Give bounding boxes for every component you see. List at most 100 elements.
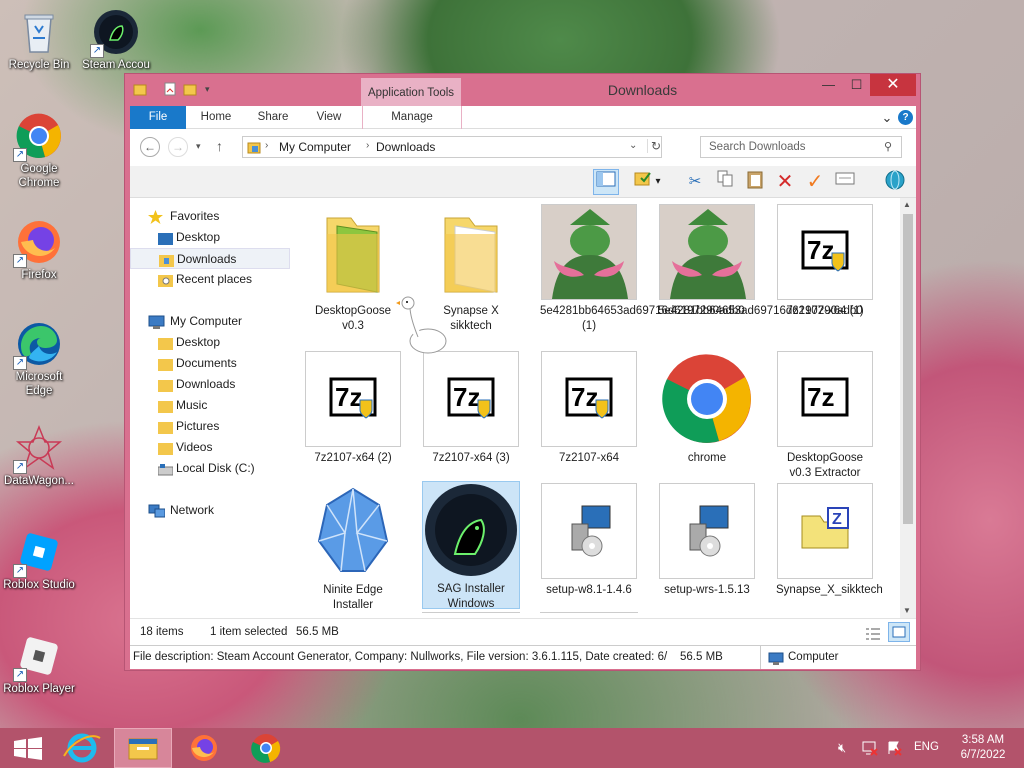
rename-icon[interactable]: ✓ (802, 169, 828, 195)
file-item-sag-installer[interactable]: SAG Installer Windows (422, 481, 520, 610)
close-button[interactable]: ✕ (870, 74, 916, 96)
clock[interactable]: 3:58 AM 6/7/2022 (948, 733, 1018, 763)
nav-computer-local-disk[interactable]: Local Disk (C:) (130, 458, 290, 479)
scrollbar-thumb[interactable] (903, 214, 913, 524)
file-item-7z2107-2[interactable]: 7z 7z2107-x64 (2) (304, 351, 402, 466)
edge-icon: ↗ (13, 320, 63, 370)
nav-computer-downloads[interactable]: Downloads (130, 374, 290, 395)
nav-computer-videos[interactable]: Videos (130, 437, 290, 458)
breadcrumb-my-computer[interactable]: My Computer (279, 140, 351, 154)
file-item-setup-wrs[interactable]: setup-wrs-1.5.13 (658, 483, 756, 598)
nav-my-computer[interactable]: My Computer (130, 311, 290, 332)
desktop-icon-label: DataWagon... (4, 475, 74, 487)
nav-favorites-recent-places[interactable]: Recent places (130, 269, 290, 290)
scroll-up-icon[interactable]: ▲ (903, 200, 911, 209)
minimize-button[interactable]: — (815, 74, 842, 96)
selection-size: 56.5 MB (296, 626, 339, 638)
file-item-image-1[interactable]: 5e4281bb64653ad69716d6197290adb0 (1) (540, 204, 745, 334)
desktop-icon-roblox-studio[interactable]: ↗ Roblox Studio (1, 528, 77, 592)
preview-pane-icon[interactable] (593, 169, 619, 195)
file-explorer-icon[interactable] (114, 728, 172, 768)
clock-date: 6/7/2022 (960, 749, 1006, 761)
breadcrumb-separator: › (265, 140, 269, 151)
search-input[interactable]: Search Downloads (700, 136, 902, 158)
help-icon[interactable]: ? (898, 110, 913, 125)
copy-icon[interactable] (712, 169, 738, 195)
file-item-chrome[interactable]: chrome (658, 351, 756, 466)
folder-icon (133, 82, 147, 96)
action-center-icon[interactable] (886, 740, 902, 759)
details-view-icon[interactable] (865, 625, 881, 640)
properties-icon[interactable] (832, 169, 858, 195)
file-item-7z2107-3[interactable]: 7z 7z2107-x64 (3) (422, 351, 520, 466)
search-icon[interactable]: ⚲ (884, 140, 892, 153)
nav-computer-desktop[interactable]: Desktop (130, 332, 290, 353)
file-item-synapse-x-zip[interactable]: Z Synapse_X_sikktech (776, 483, 883, 598)
volume-muted-icon[interactable]: 🔇︎ (838, 740, 846, 756)
nav-computer-pictures[interactable]: Pictures (130, 416, 290, 437)
nav-network[interactable]: Network (130, 500, 290, 521)
desktop-icon-microsoft-edge[interactable]: ↗ Microsoft Edge (1, 320, 77, 398)
folder-icon (158, 441, 173, 455)
application-tools-tab[interactable]: Application Tools (361, 78, 461, 106)
internet-explorer-icon[interactable] (54, 728, 110, 768)
address-dropdown-icon[interactable]: ⌄ (629, 140, 637, 151)
nav-favorites-downloads[interactable]: Downloads (130, 248, 290, 269)
desktop-icon-roblox-player[interactable]: ↗ Roblox Player (1, 632, 77, 696)
file-name: 7z2107-x64 (1) (786, 305, 864, 317)
tab-home[interactable]: Home (192, 106, 240, 129)
input-language[interactable]: ENG (914, 741, 939, 753)
nav-favorites-desktop[interactable]: Desktop (130, 227, 290, 248)
globe-icon[interactable] (882, 169, 908, 195)
address-row: ← → ▾ ↑ › My Computer › Downloads ⌄ ↻ Se… (130, 129, 916, 166)
dropdown-icon[interactable]: ▾ (652, 169, 664, 195)
file-item-image-2[interactable]: 5e4281bb64653ad69716d6197290adb0 (658, 204, 863, 319)
vertical-scrollbar[interactable]: ▲ ▼ (900, 198, 916, 618)
file-name: 5e4281bb64653ad69716d6197290adb0 (658, 305, 863, 317)
back-button[interactable]: ← (140, 137, 160, 157)
file-item-setup-w81[interactable]: setup-w8.1-1.4.6 (540, 483, 638, 598)
desktop-icon-recycle-bin[interactable]: Recycle Bin (1, 8, 77, 72)
title-bar[interactable]: ▾ Application Tools Downloads — ☐ ✕ (125, 74, 920, 106)
ribbon-expand-icon[interactable]: ⌄ (880, 106, 894, 129)
forward-button[interactable]: → (168, 137, 188, 157)
nav-computer-documents[interactable]: Documents (130, 353, 290, 374)
file-item-ninite-edge[interactable]: Ninite Edge Installer (304, 483, 402, 613)
paste-icon[interactable] (742, 169, 768, 195)
firefox-icon[interactable] (176, 728, 232, 768)
nav-computer-music[interactable]: Music (130, 395, 290, 416)
nav-label: Desktop (176, 230, 221, 244)
desktop-icon-label: Roblox Studio (3, 579, 75, 591)
tab-share[interactable]: Share (250, 106, 296, 129)
recent-locations-icon[interactable]: ▾ (196, 141, 201, 152)
tab-file[interactable]: File (130, 106, 186, 129)
selection-count: 1 item selected (210, 626, 288, 638)
desktop-icon-datawagon[interactable]: ↗ DataWagon... (1, 424, 77, 488)
start-button[interactable] (0, 728, 56, 768)
refresh-icon[interactable]: ↻ (647, 139, 661, 153)
breadcrumb-downloads[interactable]: Downloads (376, 140, 435, 154)
large-icons-view-icon[interactable] (888, 622, 910, 642)
nav-favorites[interactable]: Favorites (130, 206, 290, 227)
address-bar[interactable]: › My Computer › Downloads ⌄ ↻ (242, 136, 662, 158)
file-item-desktopgoose-extractor[interactable]: 7z DesktopGoose v0.3 Extractor (776, 351, 874, 481)
cut-icon[interactable]: ✂ (682, 169, 708, 195)
customize-qat-icon[interactable]: ▾ (205, 82, 219, 96)
nav-label: Downloads (176, 377, 236, 391)
properties-icon[interactable] (163, 82, 177, 96)
file-item-desktopgoose[interactable]: DesktopGoose v0.3 (304, 204, 402, 334)
up-button[interactable]: ↑ (216, 138, 223, 154)
desktop-icon-steam-account[interactable]: ↗ Steam Accou (78, 8, 154, 72)
desktop-icon-firefox[interactable]: ↗ Firefox (1, 218, 77, 282)
desktop-icon-google-chrome[interactable]: ↗ Google Chrome (1, 112, 77, 190)
chrome-icon[interactable] (238, 728, 294, 768)
network-status-icon[interactable] (862, 740, 878, 759)
delete-icon[interactable]: ✕ (772, 169, 798, 195)
tab-view[interactable]: View (308, 106, 350, 129)
scroll-down-icon[interactable]: ▼ (903, 606, 911, 615)
file-item-7z2107-1[interactable]: 7z 7z2107-x64 (1) (776, 204, 874, 319)
tab-manage[interactable]: Manage (362, 106, 462, 129)
file-item-7z2107[interactable]: 7z 7z2107-x64 (540, 351, 638, 466)
maximize-button[interactable]: ☐ (843, 74, 870, 96)
new-folder-icon[interactable] (183, 82, 197, 96)
